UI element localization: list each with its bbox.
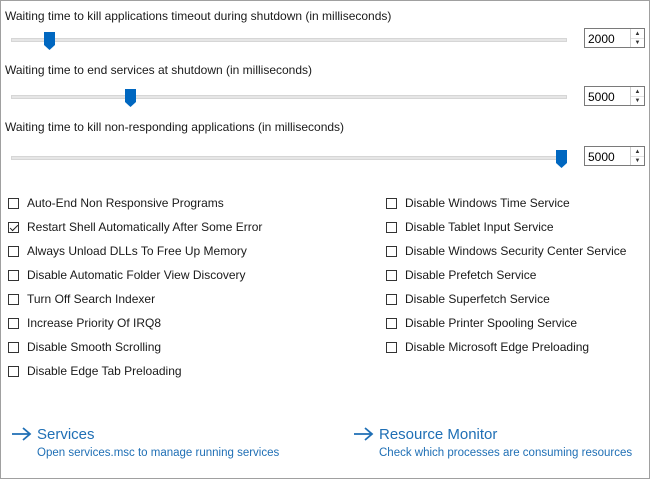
slider-thumb-kill-nonresponding[interactable] (556, 150, 567, 168)
chevron-down-icon[interactable]: ▼ (631, 38, 644, 47)
slider-track-end-services[interactable] (11, 95, 567, 99)
resource-monitor-link-block[interactable]: Resource Monitor Check which processes a… (353, 424, 632, 459)
checkbox-box[interactable] (8, 341, 19, 353)
checkbox-label: Disable Automatic Folder View Discovery (27, 268, 246, 282)
checkbox-box[interactable] (386, 341, 397, 353)
checkbox-label: Disable Windows Time Service (405, 196, 570, 210)
checkbox-box[interactable] (8, 197, 19, 209)
checkbox-label: Restart Shell Automatically After Some E… (27, 220, 263, 234)
spinbox-kill-nonresponding[interactable]: 5000 ▲ ▼ (584, 146, 645, 166)
checkbox-box[interactable] (8, 269, 19, 281)
arrow-right-icon (12, 427, 32, 441)
checkbox-box[interactable] (386, 197, 397, 209)
checkbox-box[interactable] (386, 317, 397, 329)
services-link[interactable]: Services (37, 426, 95, 443)
checkbox-box[interactable] (8, 293, 19, 305)
checkbox-auto-end-programs[interactable]: Auto-End Non Responsive Programs (8, 195, 224, 211)
checkbox-edge-tab-preloading[interactable]: Disable Edge Tab Preloading (8, 363, 182, 379)
spinbox-kill-app-timeout[interactable]: 2000 ▲ ▼ (584, 28, 645, 48)
checkbox-box[interactable] (8, 317, 19, 329)
spinbox-value[interactable]: 5000 (588, 150, 615, 164)
checkbox-label: Disable Microsoft Edge Preloading (405, 340, 590, 354)
checkbox-label: Disable Smooth Scrolling (27, 340, 162, 354)
arrow-right-icon (354, 427, 374, 441)
checkbox-box[interactable] (386, 221, 397, 233)
slider-track-kill-nonresponding[interactable] (11, 156, 567, 160)
checkbox-box[interactable] (386, 269, 397, 281)
chevron-down-icon[interactable]: ▼ (631, 96, 644, 105)
checkbox-label: Increase Priority Of IRQ8 (27, 316, 162, 330)
checkbox-label: Disable Tablet Input Service (405, 220, 554, 234)
checkbox-restart-shell[interactable]: Restart Shell Automatically After Some E… (8, 219, 262, 235)
slider-track-kill-app-timeout[interactable] (11, 38, 567, 42)
spinbox-end-services[interactable]: 5000 ▲ ▼ (584, 86, 645, 106)
checkbox-label: Auto-End Non Responsive Programs (27, 196, 224, 210)
slider-thumb-kill-app-timeout[interactable] (43, 32, 55, 50)
checkbox-label: Turn Off Search Indexer (27, 292, 156, 306)
checkbox-label: Disable Prefetch Service (405, 268, 537, 282)
checkbox-box[interactable] (386, 293, 397, 305)
checkbox-irq8-priority[interactable]: Increase Priority Of IRQ8 (8, 315, 161, 331)
resource-monitor-link[interactable]: Resource Monitor (379, 426, 497, 443)
spinbox-buttons: ▲ ▼ (630, 29, 644, 47)
spinbox-value[interactable]: 5000 (588, 90, 615, 104)
checkbox-box[interactable] (8, 245, 19, 257)
services-link-description[interactable]: Open services.msc to manage running serv… (37, 447, 279, 459)
checkbox-edge-preloading[interactable]: Disable Microsoft Edge Preloading (386, 339, 589, 355)
checkbox-box[interactable] (386, 245, 397, 257)
checkbox-label: Disable Windows Security Center Service (405, 244, 627, 258)
checkbox-folder-view-discovery[interactable]: Disable Automatic Folder View Discovery (8, 267, 246, 283)
checkbox-smooth-scrolling[interactable]: Disable Smooth Scrolling (8, 339, 161, 355)
checkbox-prefetch-service[interactable]: Disable Prefetch Service (386, 267, 536, 283)
checkbox-box[interactable] (8, 365, 19, 377)
checkbox-label: Disable Superfetch Service (405, 292, 550, 306)
resource-monitor-link-description[interactable]: Check which processes are consuming reso… (379, 447, 632, 459)
slider-label-kill-app-timeout: Waiting time to kill applications timeou… (5, 9, 392, 23)
services-link-block[interactable]: Services Open services.msc to manage run… (11, 424, 279, 459)
checkbox-tablet-input-service[interactable]: Disable Tablet Input Service (386, 219, 554, 235)
checkbox-security-center-service[interactable]: Disable Windows Security Center Service (386, 243, 626, 259)
slider-label-kill-nonresponding: Waiting time to kill non-responding appl… (5, 120, 345, 134)
checkbox-unload-dlls[interactable]: Always Unload DLLs To Free Up Memory (8, 243, 247, 259)
chevron-down-icon[interactable]: ▼ (631, 156, 644, 165)
checkbox-search-indexer[interactable]: Turn Off Search Indexer (8, 291, 155, 307)
checkbox-label: Disable Edge Tab Preloading (27, 364, 182, 378)
checkbox-windows-time-service[interactable]: Disable Windows Time Service (386, 195, 570, 211)
slider-label-end-services: Waiting time to end services at shutdown… (5, 63, 313, 77)
checkbox-superfetch-service[interactable]: Disable Superfetch Service (386, 291, 550, 307)
checkbox-printer-spooling-service[interactable]: Disable Printer Spooling Service (386, 315, 577, 331)
checkbox-box[interactable] (8, 221, 19, 233)
slider-thumb-end-services[interactable] (125, 89, 137, 107)
checkbox-label: Disable Printer Spooling Service (405, 316, 578, 330)
checkbox-label: Always Unload DLLs To Free Up Memory (27, 244, 247, 258)
spinbox-value[interactable]: 2000 (588, 32, 615, 46)
spinbox-buttons: ▲ ▼ (630, 87, 644, 105)
spinbox-buttons: ▲ ▼ (630, 147, 644, 165)
